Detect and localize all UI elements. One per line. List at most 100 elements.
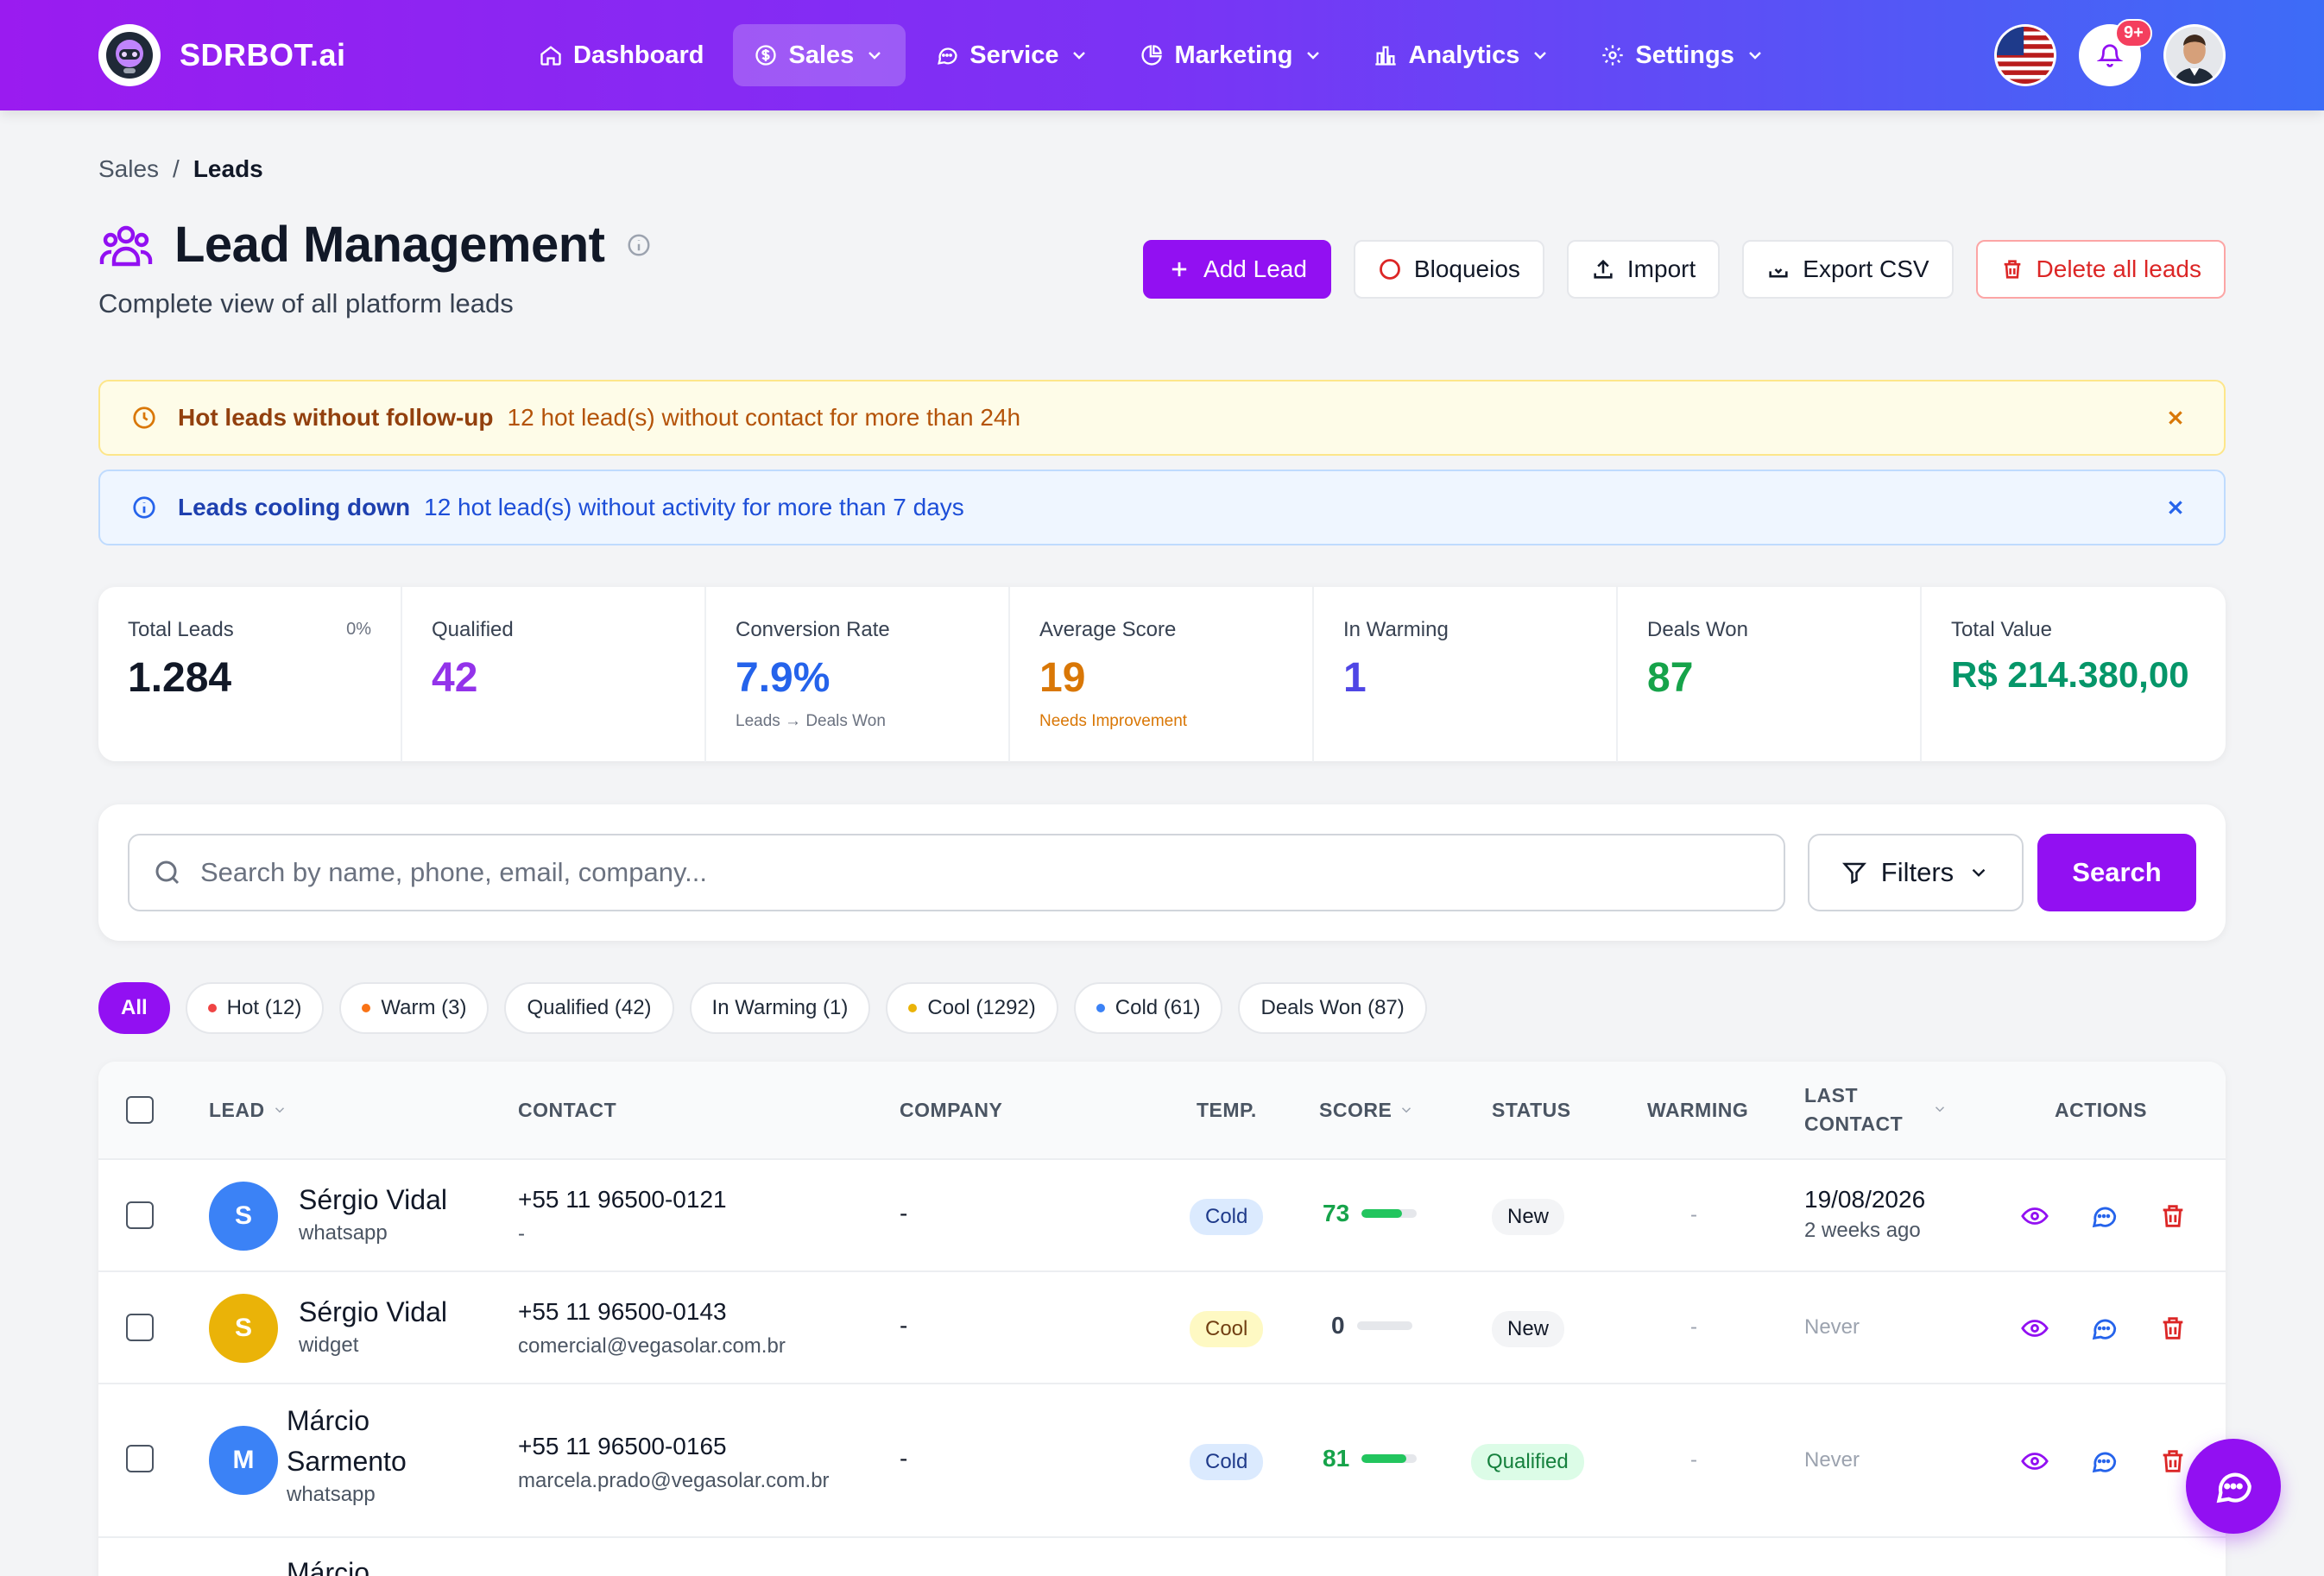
nav-marketing[interactable]: Marketing bbox=[1119, 24, 1344, 86]
stat-value: 7.9% bbox=[736, 655, 830, 701]
col-score[interactable]: SCORE bbox=[1319, 1062, 1414, 1158]
nav-settings-label: Settings bbox=[1635, 41, 1734, 69]
chevron-down-icon bbox=[1307, 52, 1320, 60]
col-lead[interactable]: LEAD bbox=[209, 1062, 287, 1158]
chip-qualified[interactable]: Qualified (42) bbox=[504, 982, 674, 1034]
score: 73 bbox=[1323, 1200, 1418, 1227]
status-label: New bbox=[1492, 1311, 1565, 1347]
chip-cold[interactable]: Cold (61) bbox=[1073, 982, 1223, 1034]
col-warming-label: WARMING bbox=[1647, 1098, 1749, 1121]
nav-dashboard[interactable]: Dashboard bbox=[518, 24, 724, 86]
trash-icon bbox=[2004, 260, 2020, 279]
import-button[interactable]: Import bbox=[1566, 240, 1721, 299]
filters-button[interactable]: Filters bbox=[1808, 834, 2024, 911]
chat-icon[interactable] bbox=[2089, 1447, 2119, 1476]
stat-label: Deals Won bbox=[1647, 618, 1748, 641]
notifications[interactable]: 9+ bbox=[2079, 19, 2152, 86]
main-nav: Dashboard Sales Service Marketing Analyt… bbox=[518, 24, 1786, 86]
trash-icon[interactable] bbox=[2158, 1201, 2188, 1231]
contact-email: - bbox=[518, 1222, 525, 1245]
stat-label: Average Score bbox=[1039, 618, 1177, 641]
select-all-checkbox[interactable] bbox=[126, 1062, 154, 1158]
top-right-controls: 9+ bbox=[1994, 19, 2226, 86]
nav-dashboard-label: Dashboard bbox=[573, 41, 704, 69]
stat-average-score: Average Score 19 Needs Improvement bbox=[1010, 587, 1314, 762]
lead-info[interactable]: Sérgio Vidal widget bbox=[299, 1296, 447, 1358]
hot-leads-alert: Hot leads without follow-up 12 hot lead(… bbox=[98, 380, 2226, 456]
lead-name: Sérgio Vidal bbox=[299, 1296, 447, 1327]
support-chat-button[interactable] bbox=[2186, 1439, 2281, 1534]
nav-settings[interactable]: Settings bbox=[1580, 24, 1785, 86]
trash-icon[interactable] bbox=[2158, 1314, 2188, 1343]
status-badge: New bbox=[1492, 1311, 1565, 1347]
lead-info[interactable]: Márcio Sarmento whatsapp bbox=[287, 1405, 407, 1507]
sort-icon bbox=[275, 1107, 284, 1113]
export-label: Export CSV bbox=[1803, 255, 1929, 282]
nav-service[interactable]: Service bbox=[914, 24, 1110, 86]
chat-bubble-icon bbox=[938, 47, 957, 65]
blocks-button[interactable]: Bloqueios bbox=[1353, 240, 1544, 299]
col-last-contact-label-1: LAST bbox=[1804, 1084, 1859, 1106]
trash-icon[interactable] bbox=[2158, 1447, 2188, 1476]
contact-phone: +55 11 96500-0143 bbox=[518, 1298, 727, 1325]
chip-all[interactable]: All bbox=[98, 982, 170, 1034]
dot-icon bbox=[1096, 1004, 1105, 1012]
chat-icon[interactable] bbox=[2089, 1314, 2119, 1343]
col-lead-label: LEAD bbox=[209, 1098, 265, 1121]
upload-icon bbox=[1594, 259, 1613, 279]
stat-label: In Warming bbox=[1343, 618, 1449, 641]
chip-label: Hot (12) bbox=[226, 996, 302, 1019]
chip-hot[interactable]: Hot (12) bbox=[185, 982, 325, 1034]
stat-subtext: Needs Improvement bbox=[1039, 712, 1188, 730]
lead-info[interactable]: Sérgio Vidal whatsapp bbox=[299, 1184, 447, 1245]
export-csv-button[interactable]: Export CSV bbox=[1742, 240, 1954, 299]
filter-chips: All Hot (12) Warm (3) Qualified (42) In … bbox=[98, 982, 1427, 1034]
add-lead-button[interactable]: Add Lead bbox=[1143, 240, 1331, 299]
eye-icon[interactable] bbox=[2020, 1201, 2049, 1231]
eye-icon[interactable] bbox=[2020, 1314, 2049, 1343]
score-bar bbox=[1361, 1209, 1418, 1218]
stat-label: Total Leads bbox=[128, 618, 234, 641]
chip-in-warming[interactable]: In Warming (1) bbox=[689, 982, 871, 1034]
top-navigation-bar: SDRBOT.ai Dashboard Sales Service Market… bbox=[0, 0, 2324, 110]
nav-analytics[interactable]: Analytics bbox=[1353, 24, 1571, 86]
cooling-alert-title: Leads cooling down bbox=[178, 494, 411, 520]
hot-alert-title: Hot leads without follow-up bbox=[178, 404, 494, 431]
page-title-row: Lead Management bbox=[98, 216, 652, 274]
users-group-icon bbox=[99, 225, 153, 266]
language-selector[interactable] bbox=[1994, 24, 2056, 86]
info-icon[interactable] bbox=[626, 232, 652, 258]
warming: - bbox=[1690, 1315, 1697, 1339]
close-icon[interactable] bbox=[2162, 494, 2189, 521]
nav-analytics-label: Analytics bbox=[1408, 41, 1520, 69]
lead-source: whatsapp bbox=[287, 1483, 376, 1506]
row-checkbox[interactable] bbox=[126, 1445, 154, 1472]
nav-sales[interactable]: Sales bbox=[733, 24, 906, 86]
hot-alert-message: 12 hot lead(s) without contact for more … bbox=[507, 404, 1021, 431]
close-icon[interactable] bbox=[2162, 404, 2189, 432]
dot-icon bbox=[207, 1004, 217, 1012]
chip-cool[interactable]: Cool (1292) bbox=[886, 982, 1058, 1034]
chevron-down-icon bbox=[1073, 52, 1086, 60]
breadcrumb-sales[interactable]: Sales bbox=[98, 155, 159, 183]
last-contact-date: 19/08/2026 bbox=[1804, 1186, 1926, 1213]
chip-warm[interactable]: Warm (3) bbox=[339, 982, 489, 1034]
temp-label: Cold bbox=[1190, 1444, 1264, 1480]
chat-bubble-icon bbox=[2216, 1472, 2251, 1504]
brand[interactable]: SDRBOT.ai bbox=[98, 24, 346, 86]
search-button[interactable]: Search bbox=[2037, 834, 2196, 911]
row-checkbox[interactable] bbox=[126, 1201, 154, 1229]
user-avatar[interactable] bbox=[2163, 24, 2226, 86]
chip-deals-won[interactable]: Deals Won (87) bbox=[1238, 982, 1427, 1034]
stat-label: Total Value bbox=[1951, 618, 2052, 641]
circle-icon bbox=[1380, 259, 1400, 280]
chat-icon[interactable] bbox=[2089, 1201, 2119, 1231]
delete-all-leads-button[interactable]: Delete all leads bbox=[1975, 240, 2226, 299]
export-icon bbox=[1769, 268, 1788, 278]
eye-icon[interactable] bbox=[2020, 1447, 2049, 1476]
stat-value: 1 bbox=[1343, 655, 1367, 701]
row-checkbox[interactable] bbox=[126, 1314, 154, 1341]
col-last-contact[interactable]: LAST CONTACT bbox=[1804, 1062, 1903, 1158]
search-input[interactable] bbox=[200, 857, 1754, 888]
score: 0 bbox=[1331, 1312, 1412, 1340]
